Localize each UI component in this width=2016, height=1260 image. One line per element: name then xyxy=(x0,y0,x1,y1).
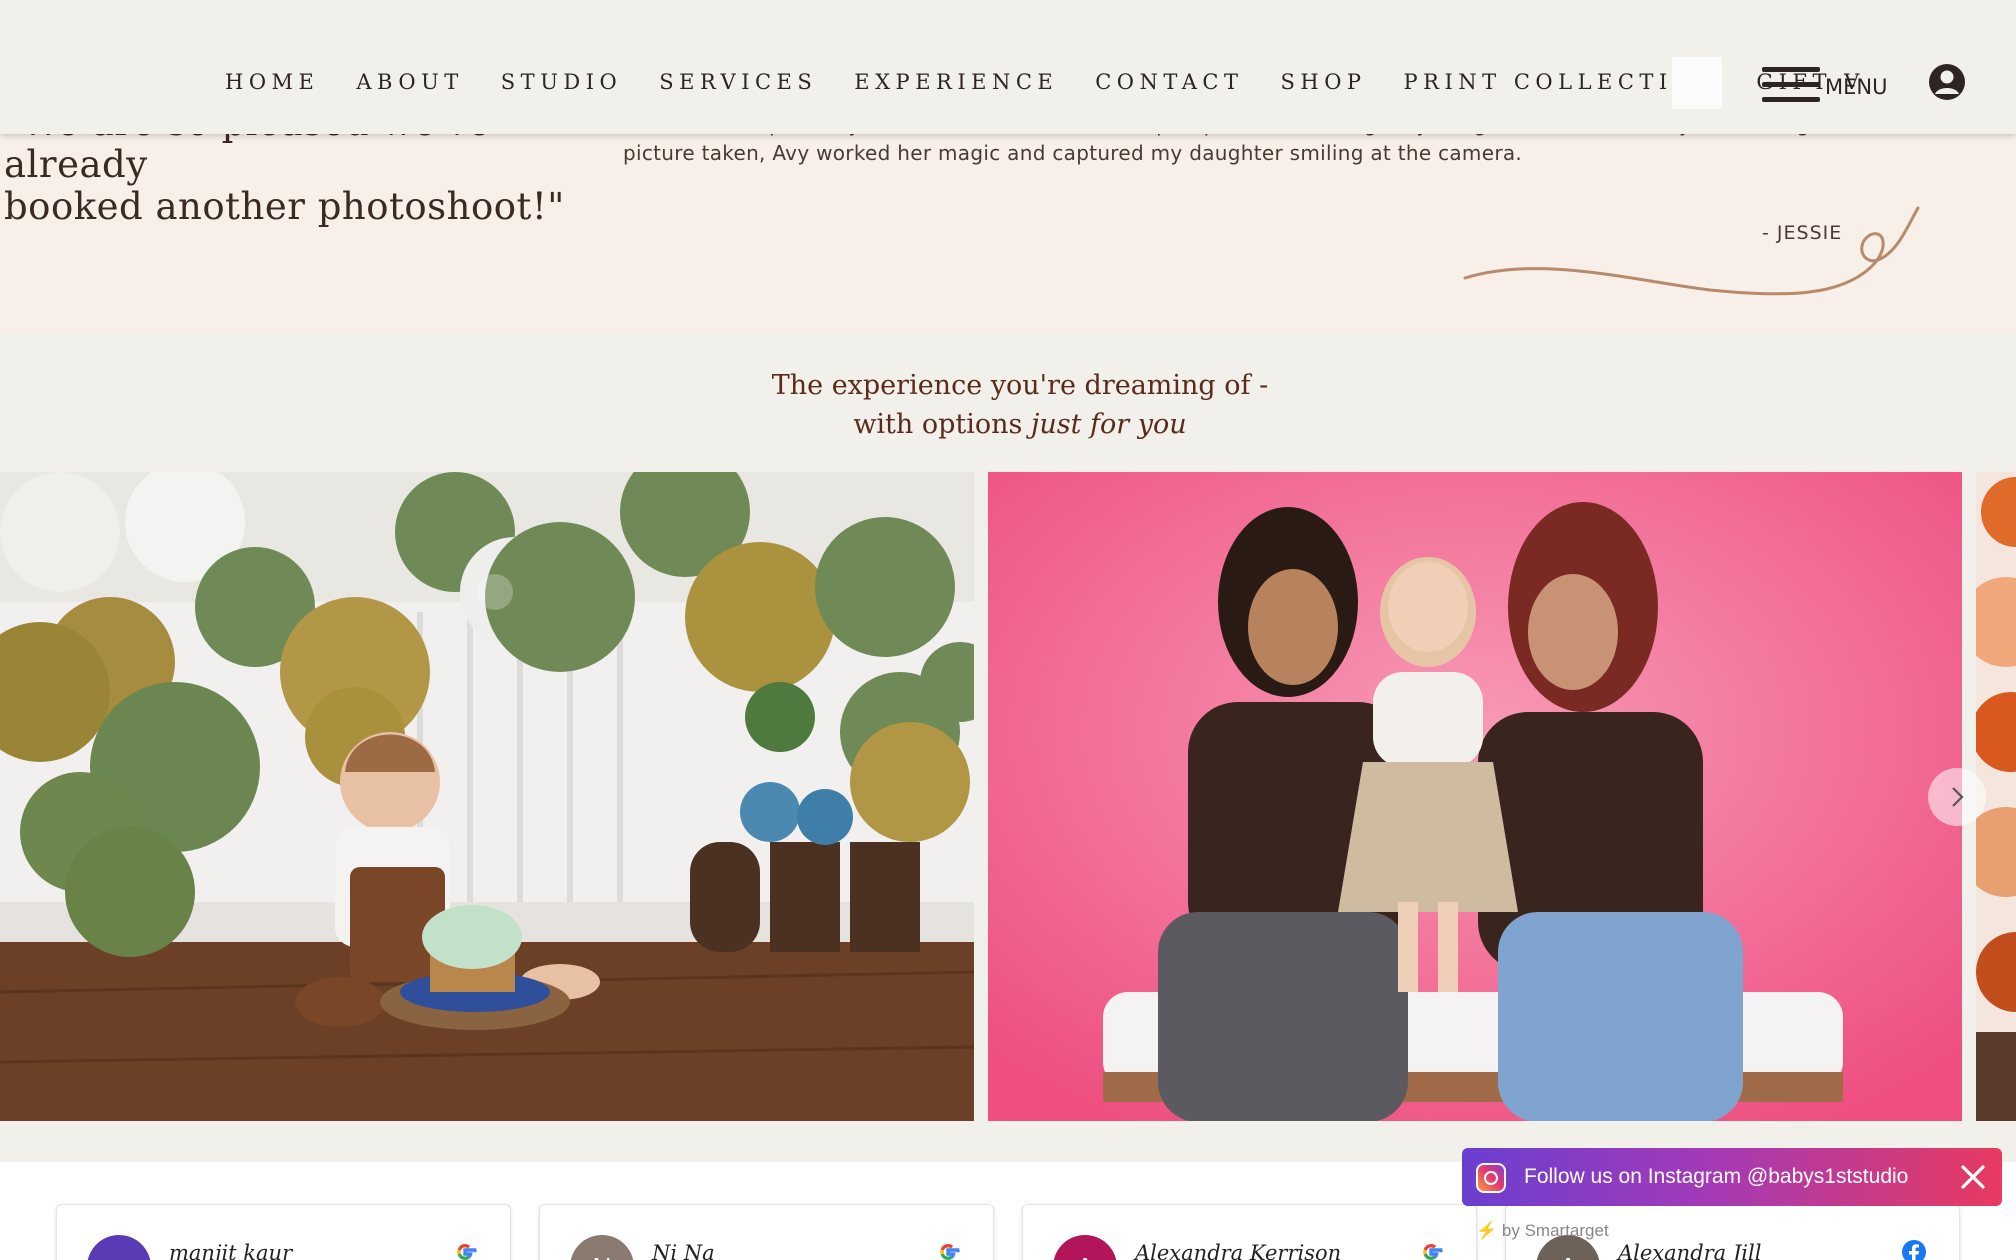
facebook-icon xyxy=(1902,1240,1926,1260)
account-icon[interactable] xyxy=(1928,63,1966,101)
experience-heading-line: The experience you're dreaming of - xyxy=(771,370,1269,401)
heading-plain-text: with options xyxy=(853,409,1031,440)
google-icon xyxy=(457,1243,477,1260)
reviewer-name: Ni Na xyxy=(652,1241,715,1260)
review-card[interactable]: A Alexandra Kerrison xyxy=(1022,1204,1477,1260)
avatar: N xyxy=(570,1235,634,1260)
reviewer-name: Alexandra Kerrison xyxy=(1135,1241,1342,1260)
google-icon xyxy=(1423,1243,1443,1260)
close-icon[interactable] xyxy=(1958,1162,1988,1192)
nav-link-shop[interactable]: SHOP xyxy=(1281,70,1367,94)
nav-link-studio[interactable]: STUDIO xyxy=(501,70,622,94)
testimonial-text-line: picture taken, Avy worked her magic and … xyxy=(623,141,1523,165)
avatar: m xyxy=(87,1235,151,1260)
heading-italic-text: just for you xyxy=(1031,409,1187,440)
review-card[interactable]: N Ni Na xyxy=(539,1204,994,1260)
nav-link-services[interactable]: SERVICES xyxy=(659,70,817,94)
google-icon xyxy=(940,1243,960,1260)
bolt-icon: ⚡ xyxy=(1476,1221,1498,1240)
menu-label[interactable]: MENU xyxy=(1825,75,1887,99)
nav-link-home[interactable]: HOME xyxy=(225,70,319,94)
nav-overflow-fade xyxy=(1672,57,1722,109)
nav-link-about[interactable]: ABOUT xyxy=(356,70,463,94)
review-card[interactable]: m manjit kaur xyxy=(56,1204,511,1260)
gallery-slide-family-pink[interactable] xyxy=(988,472,1962,1121)
hamburger-icon[interactable] xyxy=(1762,65,1820,105)
gallery-next-button[interactable] xyxy=(1928,768,1986,826)
experience-heading: The experience you're dreaming of - with… xyxy=(0,366,2016,444)
quote-line: booked another photoshoot!" xyxy=(4,185,565,228)
gallery-slide-cake-smash[interactable] xyxy=(0,472,974,1121)
instagram-follow-bar[interactable]: Follow us on Instagram @babys1ststudio xyxy=(1462,1148,2002,1206)
avatar: A xyxy=(1053,1235,1117,1260)
powered-by-label[interactable]: ⚡ by Smartarget xyxy=(1476,1221,1609,1241)
top-navigation: HOME ABOUT STUDIO SERVICES EXPERIENCE CO… xyxy=(0,0,2016,134)
nav-link-contact[interactable]: CONTACT xyxy=(1095,70,1243,94)
experience-heading-line: with options just for you xyxy=(0,405,2016,444)
powered-by-text: by Smartarget xyxy=(1501,1221,1609,1240)
reviewer-name: Alexandra Jill xyxy=(1618,1241,1762,1260)
nav-link-experience[interactable]: EXPERIENCE xyxy=(854,70,1058,94)
photo-gallery xyxy=(0,472,2016,1121)
instagram-follow-text[interactable]: Follow us on Instagram @babys1ststudio xyxy=(1524,1165,1908,1189)
reviewer-name: manjit kaur xyxy=(169,1241,293,1260)
decorative-swirl xyxy=(1463,206,1920,296)
nav-links: HOME ABOUT STUDIO SERVICES EXPERIENCE CO… xyxy=(225,70,1902,94)
instagram-icon xyxy=(1476,1163,1506,1193)
chevron-right-icon xyxy=(1952,787,1964,807)
